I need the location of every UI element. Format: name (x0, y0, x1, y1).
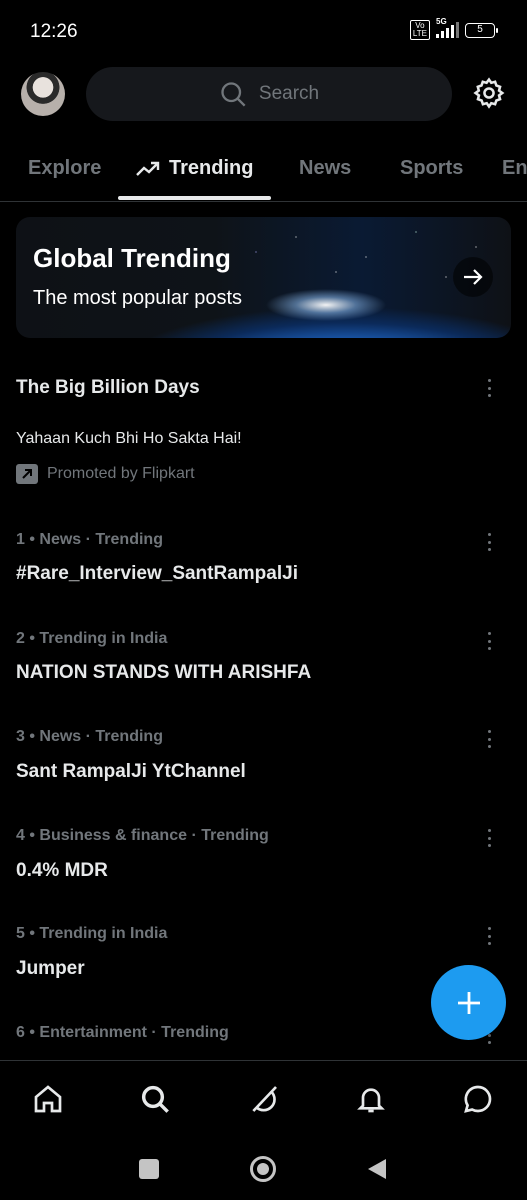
plus-icon (457, 991, 480, 1014)
compose-post-button[interactable] (431, 965, 506, 1040)
banner-background (16, 217, 511, 338)
trend-meta: 5 • Trending in India (16, 925, 168, 942)
home-icon[interactable] (32, 1083, 64, 1115)
back-button[interactable] (366, 1158, 388, 1180)
tab-sports[interactable]: Sports (400, 157, 463, 180)
promoted-label: Promoted by Flipkart (16, 464, 195, 484)
banner-title: Global Trending (33, 243, 231, 273)
battery-icon: 5 (465, 22, 498, 38)
more-options-icon[interactable] (479, 728, 499, 750)
tab-trending-label: Trending (169, 157, 254, 179)
active-tab-indicator (118, 196, 271, 200)
trend-name[interactable]: 0.4% MDR (16, 860, 108, 882)
signal-icon: 5G (436, 17, 459, 38)
notifications-icon[interactable] (355, 1083, 387, 1115)
more-options-icon[interactable] (479, 630, 499, 652)
trend-meta: 4 • Business & finance · Trending (16, 827, 269, 844)
promoted-trend-title[interactable]: The Big Billion Days (16, 377, 200, 399)
search-icon[interactable] (139, 1083, 171, 1115)
trend-meta: 6 • Entertainment · Trending (16, 1024, 229, 1041)
promoted-trend-text: Yahaan Kuch Bhi Ho Sakta Hai! (16, 430, 242, 447)
global-trending-banner[interactable]: Global Trending The most popular posts (16, 217, 511, 338)
search-placeholder: Search (258, 83, 320, 104)
messages-icon[interactable] (462, 1083, 494, 1115)
trending-icon (136, 161, 160, 176)
promoted-icon (16, 464, 38, 484)
trend-name[interactable]: #Rare_Interview_SantRampalJi (16, 563, 298, 585)
tab-explore[interactable]: Explore (28, 157, 101, 180)
system-navigation-bar (0, 1138, 527, 1200)
search-icon (221, 82, 246, 107)
search-input[interactable]: Search (86, 67, 452, 121)
gear-icon[interactable] (472, 76, 506, 110)
tab-bar: Explore Trending News Sports Ent (0, 140, 527, 202)
more-options-icon[interactable] (479, 377, 499, 399)
trend-meta: 2 • Trending in India (16, 630, 168, 647)
profile-avatar[interactable] (21, 72, 65, 116)
tab-trending[interactable]: Trending (135, 157, 253, 180)
trend-meta: 3 • News · Trending (16, 728, 163, 745)
network-type: 5G (436, 17, 447, 26)
status-bar: 12:26 Vo LTE 5G 5 (0, 0, 527, 62)
more-options-icon[interactable] (479, 925, 499, 947)
trend-meta: 1 • News · Trending (16, 531, 163, 548)
status-icons: Vo LTE 5G 5 (409, 17, 498, 40)
home-button[interactable] (250, 1156, 276, 1182)
tab-news[interactable]: News (299, 157, 351, 180)
more-options-icon[interactable] (479, 531, 499, 553)
trend-name[interactable]: Jumper (16, 958, 85, 980)
grok-icon[interactable] (248, 1083, 280, 1115)
trend-name[interactable]: Sant RampalJi YtChannel (16, 761, 246, 783)
bottom-navigation (0, 1060, 527, 1138)
recents-button[interactable] (139, 1159, 159, 1179)
more-options-icon[interactable] (479, 827, 499, 849)
promoted-by-text: Promoted by Flipkart (47, 465, 195, 482)
arrow-right-icon[interactable] (453, 257, 493, 297)
tab-entertainment[interactable]: Ent (502, 157, 527, 180)
volte-icon: Vo LTE (409, 20, 430, 40)
trend-name[interactable]: NATION STANDS WITH ARISHFA (16, 662, 311, 684)
banner-subtitle: The most popular posts (33, 287, 242, 309)
status-time: 12:26 (30, 21, 78, 42)
